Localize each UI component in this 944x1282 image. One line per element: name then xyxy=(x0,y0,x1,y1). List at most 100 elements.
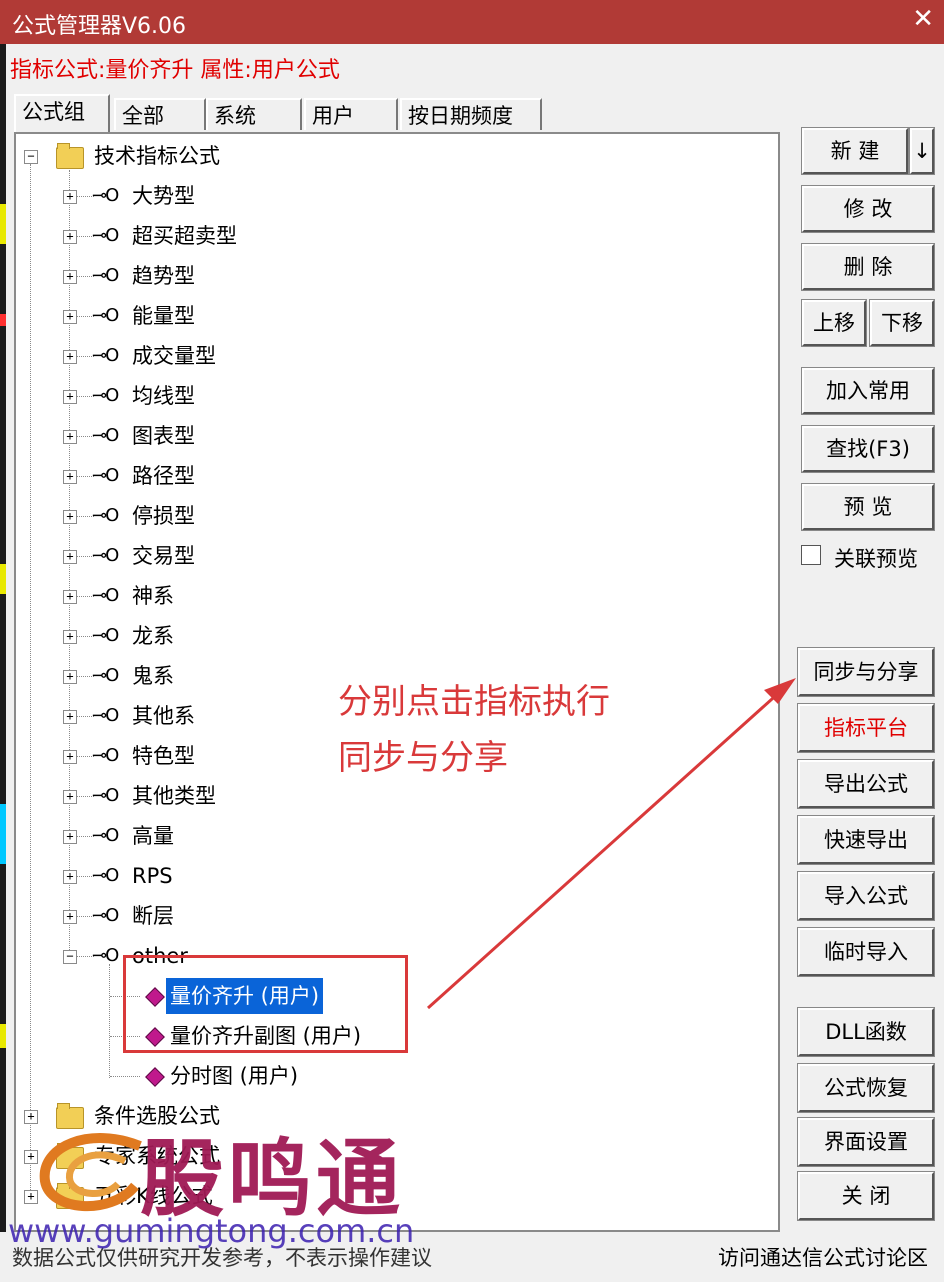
expand-icon[interactable]: + xyxy=(63,710,77,724)
expand-icon[interactable]: + xyxy=(63,230,77,244)
expand-icon[interactable]: + xyxy=(63,470,77,484)
expand-icon[interactable]: + xyxy=(63,630,77,644)
key-icon: ⊸O xyxy=(92,265,119,286)
tab-by-date-frequency[interactable]: 按日期频度 xyxy=(400,98,542,130)
linked-preview-checkbox[interactable] xyxy=(801,545,821,565)
expand-icon[interactable]: + xyxy=(63,830,77,844)
key-icon: ⊸O xyxy=(92,705,119,726)
formula-gem-icon xyxy=(145,1067,165,1087)
tree-group-label: 路径型 xyxy=(132,464,195,488)
tree-guide-line xyxy=(30,164,31,1204)
tree-group-label: 神系 xyxy=(132,584,174,608)
tab-user[interactable]: 用户 xyxy=(304,98,398,130)
expand-icon[interactable]: + xyxy=(63,790,77,804)
ui-settings-button[interactable]: 界面设置 xyxy=(797,1117,935,1167)
key-icon: ⊸O xyxy=(92,345,119,366)
preview-button[interactable]: 预 览 xyxy=(801,483,935,531)
key-icon: ⊸O xyxy=(92,185,119,206)
key-icon: ⊸O xyxy=(92,585,119,606)
tree-group-label: 大势型 xyxy=(132,184,195,208)
key-icon: ⊸O xyxy=(92,305,119,326)
key-icon: ⊸O xyxy=(92,505,119,526)
close-icon[interactable]: ✕ xyxy=(912,4,934,34)
collapse-icon[interactable]: − xyxy=(24,150,38,164)
title-bar: 公式管理器V6.06 ✕ xyxy=(0,0,944,44)
tree-group-label: 交易型 xyxy=(132,544,195,568)
delete-button[interactable]: 删 除 xyxy=(801,243,935,291)
dll-function-button[interactable]: DLL函数 xyxy=(797,1007,935,1057)
folder-icon xyxy=(56,143,84,169)
key-icon: ⊸O xyxy=(92,665,119,686)
key-icon: ⊸O xyxy=(92,385,119,406)
window-title: 公式管理器V6.06 xyxy=(12,14,187,39)
formula-info: 指标公式:量价齐升 属性:用户公式 xyxy=(10,58,340,83)
sync-share-button[interactable]: 同步与分享 xyxy=(797,647,935,697)
tree-group-label: 其他类型 xyxy=(132,784,216,808)
modify-button[interactable]: 修 改 xyxy=(801,185,935,233)
expand-icon[interactable]: + xyxy=(63,670,77,684)
tree-guide-line xyxy=(109,964,110,1078)
background-chart-strip xyxy=(0,44,6,1282)
tree-group-label: 超买超卖型 xyxy=(132,224,237,248)
expand-icon[interactable]: + xyxy=(63,550,77,564)
watermark-url: www.gumingtong.com.cn xyxy=(8,1212,415,1250)
formula-restore-button[interactable]: 公式恢复 xyxy=(797,1063,935,1113)
indicator-platform-button[interactable]: 指标平台 xyxy=(797,703,935,753)
tree-group-label: 高量 xyxy=(132,824,174,848)
new-button[interactable]: 新 建 xyxy=(801,127,909,175)
tree-group-label: 龙系 xyxy=(132,624,174,648)
expand-icon[interactable]: + xyxy=(63,750,77,764)
tree-group-label: RPS xyxy=(132,864,173,888)
expand-icon[interactable]: + xyxy=(63,390,77,404)
key-icon: ⊸O xyxy=(92,865,119,886)
tree-group-label: 成交量型 xyxy=(132,344,216,368)
collapse-icon[interactable]: − xyxy=(63,950,77,964)
tree-group-label: 停损型 xyxy=(132,504,195,528)
export-formula-button[interactable]: 导出公式 xyxy=(797,759,935,809)
add-common-button[interactable]: 加入常用 xyxy=(801,367,935,415)
tree-group-label: 能量型 xyxy=(132,304,195,328)
tree-group-label: 鬼系 xyxy=(132,664,174,688)
quick-export-button[interactable]: 快速导出 xyxy=(797,815,935,865)
tree-group-label: 图表型 xyxy=(132,424,195,448)
new-dropdown-button[interactable]: ↓ xyxy=(909,127,935,175)
expand-icon[interactable]: + xyxy=(24,1110,38,1124)
key-icon: ⊸O xyxy=(92,905,119,926)
key-icon: ⊸O xyxy=(92,745,119,766)
expand-icon[interactable]: + xyxy=(63,870,77,884)
tree-group-label: 其他系 xyxy=(132,704,195,728)
key-icon: ⊸O xyxy=(92,945,119,966)
find-button[interactable]: 查找(F3) xyxy=(801,425,935,473)
annotation-line-2: 同步与分享 xyxy=(338,738,508,778)
linked-preview-label: 关联预览 xyxy=(834,547,918,571)
key-icon: ⊸O xyxy=(92,545,119,566)
tree-group-label: 断层 xyxy=(132,904,174,928)
move-up-button[interactable]: 上移 xyxy=(801,299,867,347)
tree-group-label: 均线型 xyxy=(132,384,195,408)
expand-icon[interactable]: + xyxy=(63,350,77,364)
expand-icon[interactable]: + xyxy=(63,910,77,924)
move-down-button[interactable]: 下移 xyxy=(869,299,935,347)
tree-group-label: 趋势型 xyxy=(132,264,195,288)
highlight-box xyxy=(123,955,408,1053)
tree-root-label: 技术指标公式 xyxy=(94,144,220,168)
close-button[interactable]: 关 闭 xyxy=(797,1171,935,1221)
formula-item-label: 分时图 (用户) xyxy=(170,1064,299,1088)
tab-system[interactable]: 系统 xyxy=(206,98,302,130)
expand-icon[interactable]: + xyxy=(63,430,77,444)
import-formula-button[interactable]: 导入公式 xyxy=(797,871,935,921)
temp-import-button[interactable]: 临时导入 xyxy=(797,927,935,977)
expand-icon[interactable]: + xyxy=(63,590,77,604)
forum-link[interactable]: 访问通达信公式讨论区 xyxy=(718,1242,928,1272)
expand-icon[interactable]: + xyxy=(63,190,77,204)
key-icon: ⊸O xyxy=(92,785,119,806)
expand-icon[interactable]: + xyxy=(63,510,77,524)
tab-all[interactable]: 全部 xyxy=(114,98,206,130)
tab-formula-group[interactable]: 公式组 xyxy=(14,94,110,132)
key-icon: ⊸O xyxy=(92,425,119,446)
expand-icon[interactable]: + xyxy=(63,270,77,284)
expand-icon[interactable]: + xyxy=(63,310,77,324)
key-icon: ⊸O xyxy=(92,825,119,846)
key-icon: ⊸O xyxy=(92,465,119,486)
key-icon: ⊸O xyxy=(92,625,119,646)
